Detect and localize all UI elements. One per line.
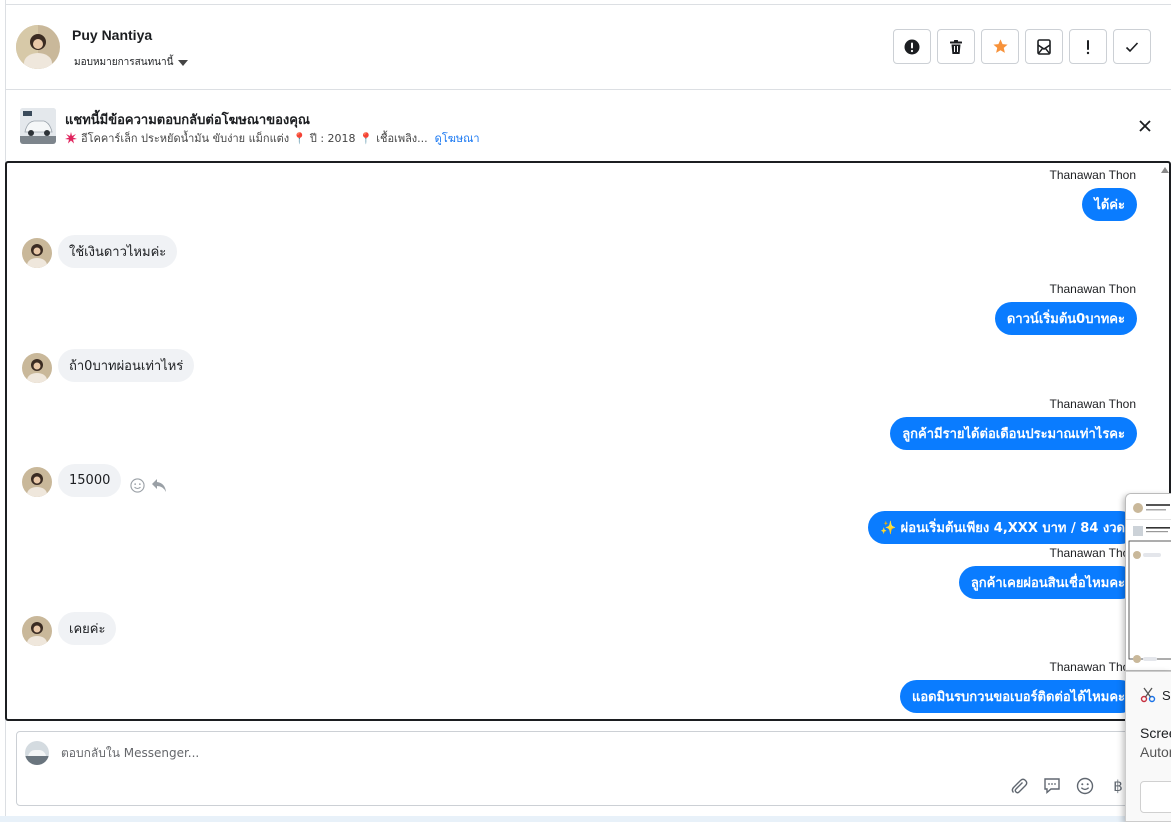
react-smiley-icon[interactable] — [130, 478, 145, 493]
assign-conversation-dropdown[interactable]: มอบหมายการสนทนานี้ — [74, 55, 189, 70]
delete-button[interactable] — [937, 29, 975, 64]
page-avatar — [25, 741, 49, 765]
mark-unread-button[interactable] — [1025, 29, 1063, 64]
star-icon — [992, 39, 1008, 53]
notification-title: Screenshot copied to clipboard — [1140, 725, 1171, 741]
attach-button[interactable] — [1009, 776, 1029, 796]
scissors-icon — [1140, 687, 1156, 703]
exclamation-icon — [1086, 39, 1090, 54]
conversation-header: Puy Nantiya มอบหมายการสนทนานี้ — [6, 4, 1171, 90]
message-sender-name: Thanawan Thon — [1049, 282, 1136, 296]
star-button[interactable] — [981, 29, 1019, 64]
contact-avatar-small[interactable] — [22, 238, 52, 268]
screenshot-preview-thumbnail[interactable] — [1125, 493, 1171, 671]
spam-button[interactable] — [893, 29, 931, 64]
outgoing-message-bubble[interactable]: ดาวน์เริ่มต้น0บาทคะ — [994, 302, 1137, 335]
outgoing-message-bubble[interactable]: ✨ ผ่อนเริ่มต้นเพียง 4,XXX บาท / 84 งวด — [867, 511, 1137, 544]
close-banner-button[interactable] — [1135, 116, 1155, 136]
incoming-message-bubble[interactable]: ถ้า0บาทผ่อนเท่าไหร่ — [58, 349, 195, 382]
contact-avatar-small[interactable] — [22, 353, 52, 383]
composer-toolbar: ฿ — [1009, 776, 1128, 796]
message-thread[interactable]: Thanawan Thon ได้ค่ะ ใช้เงินดาวไหมค่ะ Th… — [5, 161, 1171, 721]
contact-name: Puy Nantiya — [72, 27, 153, 43]
paperclip-icon — [1011, 778, 1028, 794]
messenger-inbox-window: Puy Nantiya มอบหมายการสนทนานี้ แชทนี้มีข… — [0, 0, 1171, 822]
ad-thumbnail[interactable] — [20, 108, 56, 144]
ad-description-text: อีโคคาร์เล็ก ประหยัดน้ำมัน ขับง่าย แม็กแ… — [81, 132, 428, 145]
message-sender-name: Thanawan Thon — [1049, 397, 1136, 411]
saved-replies-button[interactable] — [1042, 776, 1062, 796]
notification-subtitle: Automatically saved to screenshots folde… — [1140, 744, 1171, 760]
burst-icon — [65, 132, 77, 144]
screenshot-notification[interactable]: S Screenshot copied to clipboard Automat… — [1125, 671, 1171, 822]
scroll-up-arrow-icon[interactable] — [1161, 167, 1169, 173]
contact-avatar[interactable] — [16, 25, 60, 69]
message-sender-name: Thanawan Thon — [1049, 546, 1136, 560]
ad-reply-banner: แชทนี้มีข้อความตอบกลับต่อโฆษณาของคุณ อีโ… — [6, 91, 1171, 161]
view-ad-link[interactable]: ดูโฆษณา — [435, 129, 480, 147]
ad-banner-title: แชทนี้มีข้อความตอบกลับต่อโฆษณาของคุณ — [65, 113, 310, 128]
notification-header: S — [1140, 687, 1171, 703]
notification-app-initial: S — [1162, 687, 1171, 703]
conversation-actions — [893, 29, 1151, 64]
message-sender-name: Thanawan Thon — [1049, 168, 1136, 182]
assign-label: มอบหมายการสนทนานี้ — [74, 57, 174, 68]
incoming-message-bubble[interactable]: ใช้เงินดาวไหมค่ะ — [58, 235, 178, 268]
message-sender-name: Thanawan Thon — [1049, 660, 1136, 674]
outgoing-message-bubble[interactable]: ได้ค่ะ — [1082, 188, 1137, 221]
envelope-icon — [1037, 38, 1051, 55]
message-hover-actions — [130, 478, 167, 493]
reply-composer: ฿ — [16, 731, 1171, 806]
outgoing-message-bubble[interactable]: ลูกค้ามีรายได้ต่อเดือนประมาณเท่าไรคะ — [890, 417, 1137, 450]
bottom-strip — [0, 816, 1171, 822]
reply-input[interactable] — [61, 746, 961, 760]
notification-action-button[interactable] — [1140, 781, 1171, 813]
outgoing-message-bubble[interactable]: แอดมินรบกวนขอเบอร์ติดต่อได้ไหมคะ — [899, 680, 1137, 713]
incoming-message-bubble[interactable]: เคยค่ะ — [58, 612, 117, 645]
check-icon — [1125, 41, 1139, 52]
baht-icon: ฿ — [1113, 777, 1123, 795]
chat-bubble-icon — [1044, 778, 1060, 795]
exclamation-circle-icon — [904, 39, 920, 54]
priority-button[interactable] — [1069, 29, 1107, 64]
smiley-icon — [1076, 777, 1094, 795]
emoji-button[interactable] — [1075, 776, 1095, 796]
done-button[interactable] — [1113, 29, 1151, 64]
close-icon — [1139, 120, 1151, 132]
caret-down-icon — [178, 59, 189, 66]
incoming-message-bubble[interactable]: 15000 — [58, 464, 122, 497]
trash-icon — [950, 39, 962, 54]
outgoing-message-bubble[interactable]: ลูกค้าเคยผ่อนสินเชื่อไหมคะ — [958, 566, 1137, 599]
ad-banner-description: อีโคคาร์เล็ก ประหยัดน้ำมัน ขับง่าย แม็กแ… — [65, 129, 480, 147]
contact-avatar-small[interactable] — [22, 616, 52, 646]
reply-arrow-icon[interactable] — [151, 478, 167, 493]
contact-avatar-small[interactable] — [22, 467, 52, 497]
